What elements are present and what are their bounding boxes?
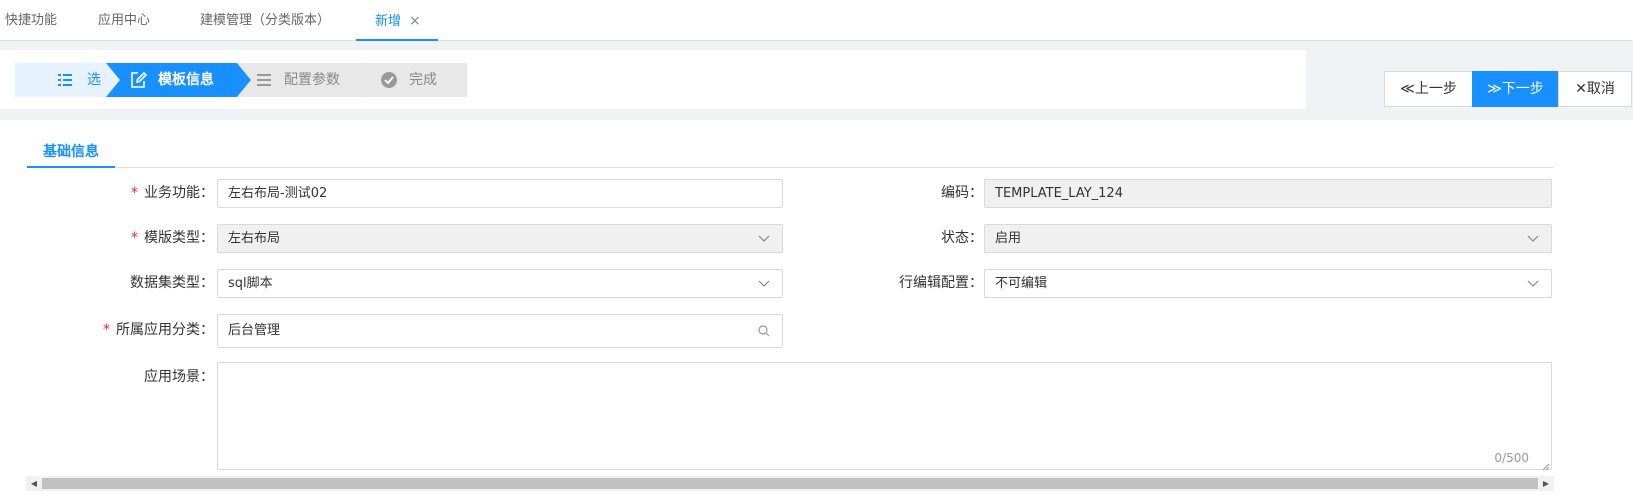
close-icon: ✕ bbox=[1575, 81, 1587, 97]
edit-icon bbox=[128, 63, 148, 97]
label-text: 模版类型： bbox=[144, 230, 214, 246]
step-template-info[interactable]: 模板信息 bbox=[106, 63, 251, 97]
label-text: 所属应用分类： bbox=[116, 322, 214, 338]
label-text: 业务功能： bbox=[144, 185, 214, 201]
tab-quick-functions[interactable]: 快捷功能 bbox=[5, 0, 57, 41]
dataset-type-label: 数据集类型： bbox=[130, 275, 214, 291]
tab-basic-info[interactable]: 基础信息 bbox=[27, 140, 115, 168]
business-function-label: * 业务功能： bbox=[60, 183, 214, 203]
code-label: 编码： bbox=[941, 185, 983, 201]
cancel-button[interactable]: ✕取消 bbox=[1558, 71, 1632, 107]
tab-app-center[interactable]: 应用中心 bbox=[98, 0, 150, 41]
button-label: 下一步 bbox=[1501, 81, 1544, 97]
scenario-textarea[interactable]: 0/500 bbox=[217, 362, 1552, 471]
top-tab-bar: 快捷功能 应用中心 建模管理（分类版本） 新增 × bbox=[0, 0, 1633, 41]
status-label: 状态： bbox=[941, 230, 983, 246]
template-type-select: 左右布局 bbox=[217, 224, 783, 253]
step-select[interactable]: 选 bbox=[15, 63, 120, 97]
scroll-left-icon[interactable]: ◀ bbox=[26, 476, 42, 491]
prev-step-button[interactable]: ≪上一步 bbox=[1384, 71, 1473, 107]
resize-handle-icon[interactable] bbox=[1542, 460, 1550, 471]
chevron-down-icon bbox=[756, 270, 772, 297]
tab-new[interactable]: 新增 × bbox=[356, 0, 438, 41]
tab-label: 快捷功能 bbox=[5, 13, 58, 28]
button-label: 取消 bbox=[1586, 81, 1615, 97]
close-icon[interactable]: × bbox=[409, 13, 421, 29]
step-complete[interactable]: 完成 bbox=[361, 63, 467, 97]
button-label: 上一步 bbox=[1414, 81, 1457, 97]
business-function-input[interactable]: 左右布局-测试02 bbox=[217, 179, 783, 208]
tab-label: 新增 bbox=[375, 14, 402, 29]
char-counter: 0/500 bbox=[1494, 451, 1529, 465]
tab-modeling-management[interactable]: 建模管理（分类版本） bbox=[200, 0, 330, 41]
step-label: 选 bbox=[87, 72, 101, 88]
dataset-type-select[interactable]: sql脚本 bbox=[217, 269, 783, 298]
next-step-button[interactable]: ≫下一步 bbox=[1472, 71, 1559, 107]
code-input: TEMPLATE_LAY_124 bbox=[984, 179, 1552, 208]
scenario-label: 应用场景： bbox=[144, 369, 214, 385]
step-label: 完成 bbox=[409, 72, 437, 88]
list-icon bbox=[254, 63, 274, 97]
step-label: 配置参数 bbox=[284, 72, 340, 88]
list-icon bbox=[55, 63, 75, 97]
picker-value: 后台管理 bbox=[228, 323, 281, 338]
template-type-label: * 模版类型： bbox=[60, 228, 214, 248]
chevron-down-icon bbox=[1525, 270, 1541, 297]
check-circle-icon bbox=[379, 63, 399, 97]
select-value: 左右布局 bbox=[228, 231, 281, 246]
tab-label: 建模管理（分类版本） bbox=[200, 13, 331, 28]
status-select: 启用 bbox=[984, 224, 1552, 253]
scrollbar-thumb[interactable] bbox=[42, 478, 1538, 489]
select-value: 不可编辑 bbox=[995, 276, 1048, 291]
required-mark: * bbox=[131, 185, 138, 201]
row-edit-select[interactable]: 不可编辑 bbox=[984, 269, 1552, 298]
select-value: 启用 bbox=[995, 231, 1022, 246]
horizontal-scrollbar[interactable]: ◀ ▶ bbox=[26, 476, 1554, 491]
tab-label: 应用中心 bbox=[98, 13, 151, 28]
required-mark: * bbox=[103, 322, 110, 338]
scroll-right-icon[interactable]: ▶ bbox=[1538, 476, 1554, 491]
app-category-picker[interactable]: 后台管理 bbox=[217, 314, 783, 348]
chevron-down-icon bbox=[1525, 225, 1541, 252]
step-label: 模板信息 bbox=[158, 72, 214, 88]
double-right-icon: ≫ bbox=[1487, 81, 1502, 97]
step-config-params[interactable]: 配置参数 bbox=[237, 63, 375, 97]
section-divider bbox=[27, 167, 1553, 168]
double-left-icon: ≪ bbox=[1400, 81, 1415, 97]
select-value: sql脚本 bbox=[228, 276, 273, 291]
chevron-down-icon bbox=[756, 225, 772, 252]
search-icon[interactable] bbox=[756, 315, 772, 347]
row-edit-label: 行编辑配置： bbox=[899, 275, 983, 291]
required-mark: * bbox=[131, 230, 138, 246]
app-category-label: * 所属应用分类： bbox=[60, 320, 214, 340]
